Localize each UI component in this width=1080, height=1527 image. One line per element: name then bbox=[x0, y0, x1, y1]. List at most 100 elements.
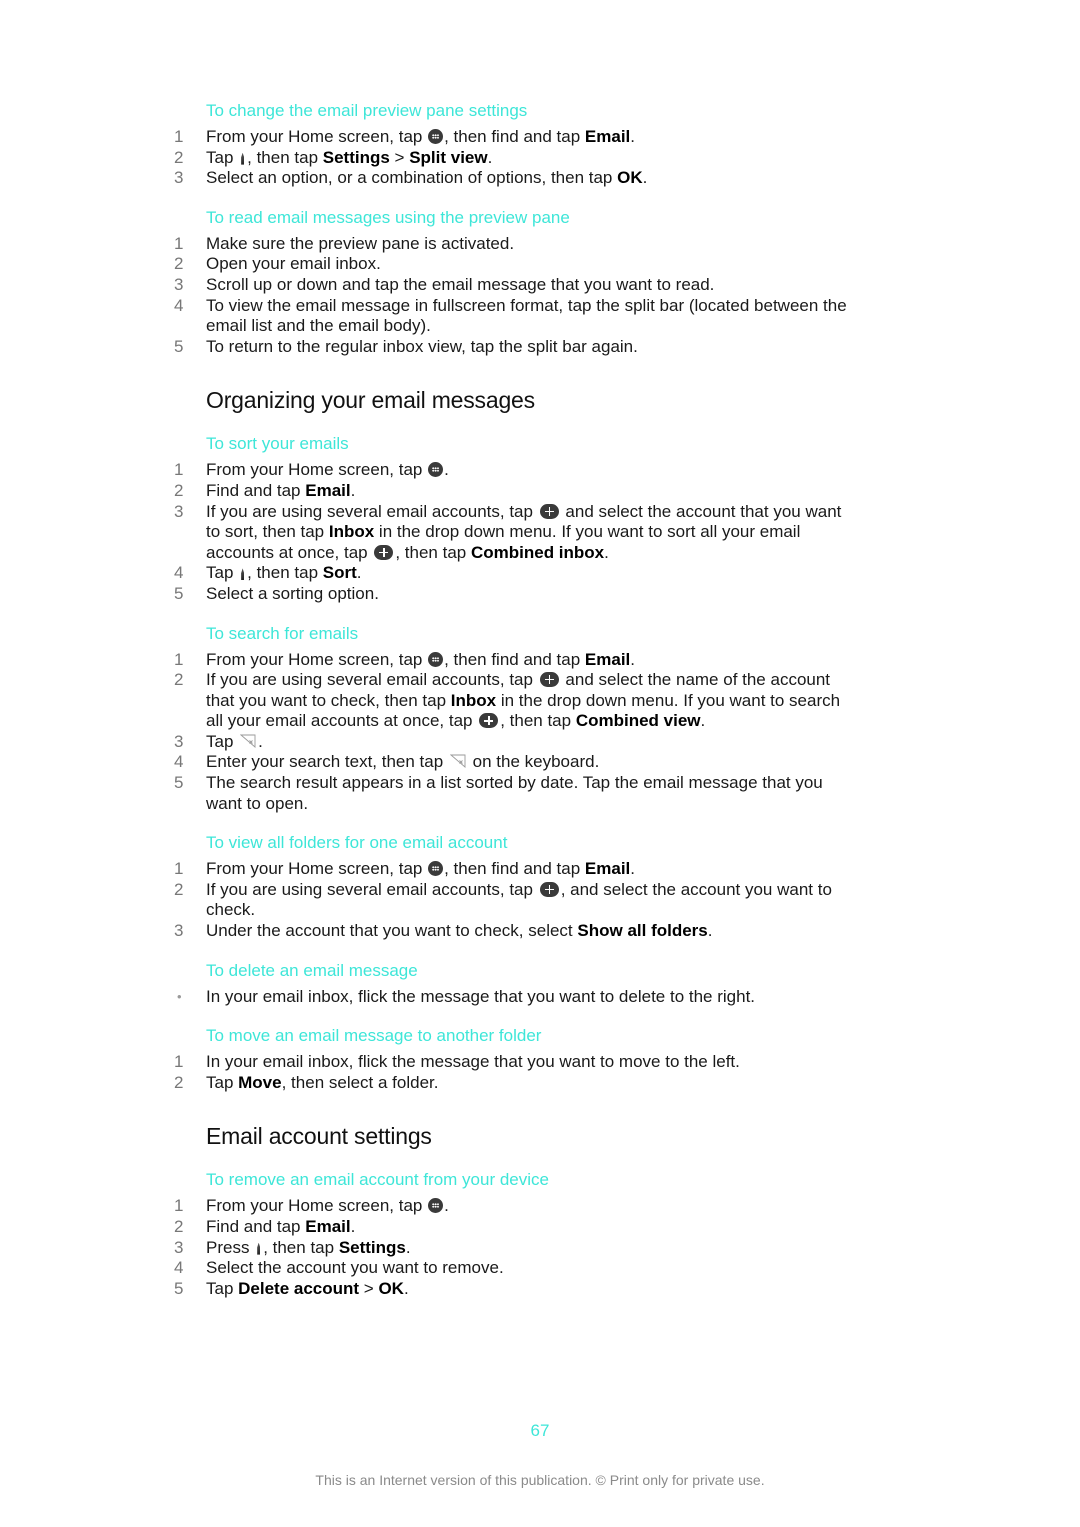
step-item: 2 Tap , then tap Settings > Split view. bbox=[170, 148, 860, 169]
procedure-title: To remove an email account from your dev… bbox=[206, 1170, 549, 1190]
text-run: . bbox=[630, 127, 636, 146]
bullet-text: In your email inbox, flick the message t… bbox=[206, 986, 756, 1006]
text-run: , then tap bbox=[500, 711, 576, 731]
step-item: 1 From your Home screen, tap , then find… bbox=[170, 859, 860, 880]
step-number: 4 bbox=[174, 295, 184, 315]
ui-term: Combined inbox bbox=[470, 542, 605, 562]
step-number: 4 bbox=[174, 563, 184, 583]
ui-term: Email bbox=[584, 649, 631, 669]
step-number: 3 bbox=[174, 501, 184, 521]
step-list: 1 From your Home screen, tap . 2 Find an… bbox=[170, 460, 860, 604]
menu-icon bbox=[240, 152, 245, 165]
text-run: . bbox=[630, 649, 636, 669]
text-run: , then find and tap bbox=[444, 127, 585, 146]
text-run: , then tap bbox=[247, 147, 323, 167]
step-item: 4 To view the email message in fullscreen… bbox=[170, 296, 860, 337]
step-item: 4 Tap , then tap Sort. bbox=[170, 563, 860, 584]
step-number: 1 bbox=[174, 460, 184, 480]
add-account-icon bbox=[539, 672, 559, 688]
step-text: From your Home screen, tap , then find a… bbox=[206, 650, 860, 671]
add-account-icon bbox=[479, 713, 499, 729]
procedure-view-folders: To view all folders for one email accoun… bbox=[170, 832, 860, 941]
step-item: 1 From your Home screen, tap . bbox=[170, 1196, 860, 1217]
step-number: 2 bbox=[174, 1217, 184, 1236]
text-run: Select an option, or a combination of op… bbox=[206, 168, 618, 188]
section-heading-organizing: Organizing your email messages bbox=[206, 387, 535, 414]
step-item: 4 Select the account you want to remove. bbox=[170, 1258, 860, 1279]
text-run: . bbox=[444, 460, 449, 480]
step-text: The search result appears in a list sort… bbox=[206, 773, 823, 813]
step-list: 1 From your Home screen, tap , then find… bbox=[170, 650, 860, 815]
step-number: 2 bbox=[174, 147, 184, 167]
step-item: 3 If you are using several email account… bbox=[170, 502, 860, 564]
step-number: 1 bbox=[174, 859, 184, 879]
text-run: . bbox=[630, 859, 636, 879]
apps-icon bbox=[428, 462, 444, 478]
step-number: 2 bbox=[174, 480, 184, 500]
bullet-marker: • bbox=[177, 988, 182, 1004]
text-run: From your Home screen, tap bbox=[206, 649, 428, 669]
text-run: Tap bbox=[206, 731, 239, 751]
step-text: Make sure the preview pane is activated. bbox=[206, 233, 515, 253]
step-item: 5 To return to the regular inbox view, ta… bbox=[170, 337, 860, 358]
step-number: 1 bbox=[174, 649, 184, 669]
step-number: 1 bbox=[174, 127, 184, 146]
apps-icon bbox=[428, 651, 444, 667]
text-run: , then find and tap bbox=[444, 649, 585, 669]
ui-term: Combined view bbox=[575, 711, 701, 731]
text-run: From your Home screen, tap bbox=[206, 127, 428, 146]
text-run: Press bbox=[206, 1237, 255, 1257]
text-run: Find and tap bbox=[206, 480, 306, 500]
procedure-remove-account: To remove an email account from your dev… bbox=[170, 1169, 860, 1299]
text-run: , then select a folder. bbox=[281, 1072, 439, 1092]
text-run: > bbox=[389, 147, 410, 167]
step-list: 1 From your Home screen, tap , then find… bbox=[170, 859, 860, 941]
text-run: on the keyboard. bbox=[467, 752, 600, 772]
procedure-preview-settings: To change the email preview pane setting… bbox=[170, 100, 860, 189]
step-text: Tap , then tap Settings > Split view. bbox=[206, 148, 860, 169]
step-item: 1 In your email inbox, flick the message … bbox=[170, 1052, 860, 1073]
ui-term: Email bbox=[305, 480, 351, 500]
step-text: Tap Delete account > OK. bbox=[206, 1279, 860, 1300]
step-text: Find and tap Email. bbox=[206, 481, 860, 502]
document-page: To change the email preview pane setting… bbox=[0, 0, 1080, 1527]
step-text: If you are using several email accounts,… bbox=[206, 502, 860, 564]
step-item: 5 The search result appears in a list sor… bbox=[170, 773, 860, 814]
ui-term: OK bbox=[617, 168, 643, 188]
step-number: 5 bbox=[174, 583, 184, 603]
ui-term: Settings bbox=[322, 147, 390, 167]
step-number: 3 bbox=[174, 1237, 184, 1257]
step-text: To return to the regular inbox view, tap… bbox=[206, 336, 638, 356]
text-run: . bbox=[350, 480, 356, 500]
step-item: 2 Tap Move, then select a folder. bbox=[170, 1073, 860, 1094]
step-text: Find and tap Email. bbox=[206, 1217, 860, 1238]
procedure-title: To delete an email message bbox=[206, 960, 418, 980]
text-run: Tap bbox=[206, 147, 239, 167]
text-run: Tap bbox=[206, 1278, 239, 1298]
menu-icon bbox=[240, 567, 245, 580]
step-item: 5 Tap Delete account > OK. bbox=[170, 1279, 860, 1300]
step-number: 3 bbox=[174, 921, 184, 941]
step-item: 1 From your Home screen, tap , then find… bbox=[170, 650, 860, 671]
text-run: . bbox=[604, 542, 609, 562]
step-item: 1 From your Home screen, tap , then find… bbox=[170, 127, 860, 148]
step-list: 1 Make sure the preview pane is activated… bbox=[170, 234, 860, 358]
step-item: 2 Find and tap Email. bbox=[170, 481, 860, 502]
step-item: 2 Find and tap Email. bbox=[170, 1217, 860, 1238]
add-account-icon bbox=[539, 503, 559, 519]
procedure-move: To move an email message to another fold… bbox=[170, 1025, 860, 1093]
procedure-title: To change the email preview pane setting… bbox=[206, 101, 528, 120]
ui-term: Show all folders bbox=[577, 921, 708, 941]
step-number: 1 bbox=[174, 1196, 184, 1216]
step-number: 5 bbox=[174, 773, 184, 793]
step-text: To view the email message in fullscreen … bbox=[206, 295, 847, 336]
ui-term: Delete account bbox=[238, 1278, 360, 1298]
add-account-icon bbox=[539, 881, 559, 897]
step-number: 3 bbox=[174, 168, 184, 188]
text-run: Enter your search text, then tap bbox=[206, 752, 448, 772]
step-number: 3 bbox=[174, 731, 184, 751]
step-text: Enter your search text, then tap on the … bbox=[206, 752, 860, 773]
step-text: Press , then tap Settings. bbox=[206, 1238, 860, 1259]
text-run: . bbox=[444, 1196, 449, 1216]
page-number: 67 bbox=[530, 1421, 550, 1440]
